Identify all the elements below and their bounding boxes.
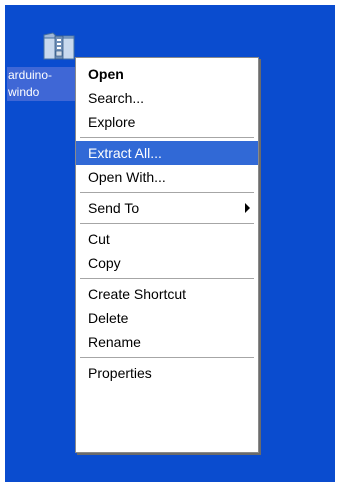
menu-separator <box>76 134 258 141</box>
menu-item-send-to-label: Send To <box>88 200 140 216</box>
menu-item-open-with[interactable]: Open With... <box>76 165 258 189</box>
menu-separator <box>76 275 258 282</box>
menu-item-send-to[interactable]: Send To <box>76 196 258 220</box>
menu-item-search[interactable]: Search... <box>76 86 258 110</box>
menu-separator <box>76 354 258 361</box>
menu-separator <box>76 220 258 227</box>
menu-item-delete[interactable]: Delete <box>76 306 258 330</box>
menu-item-create-shortcut[interactable]: Create Shortcut <box>76 282 258 306</box>
menu-item-cut[interactable]: Cut <box>76 227 258 251</box>
menu-item-extract-all[interactable]: Extract All... <box>76 141 258 165</box>
menu-separator <box>76 189 258 196</box>
menu-item-rename[interactable]: Rename <box>76 330 258 354</box>
submenu-arrow-icon <box>245 203 250 213</box>
menu-item-explore[interactable]: Explore <box>76 110 258 134</box>
desktop[interactable]: arduino- windo Open Search... Explore Ex… <box>5 5 335 482</box>
menu-item-open[interactable]: Open <box>76 62 258 86</box>
zip-folder-icon <box>43 32 75 60</box>
context-menu[interactable]: Open Search... Explore Extract All... Op… <box>75 57 259 453</box>
menu-item-copy[interactable]: Copy <box>76 251 258 275</box>
menu-item-properties[interactable]: Properties <box>76 361 258 385</box>
